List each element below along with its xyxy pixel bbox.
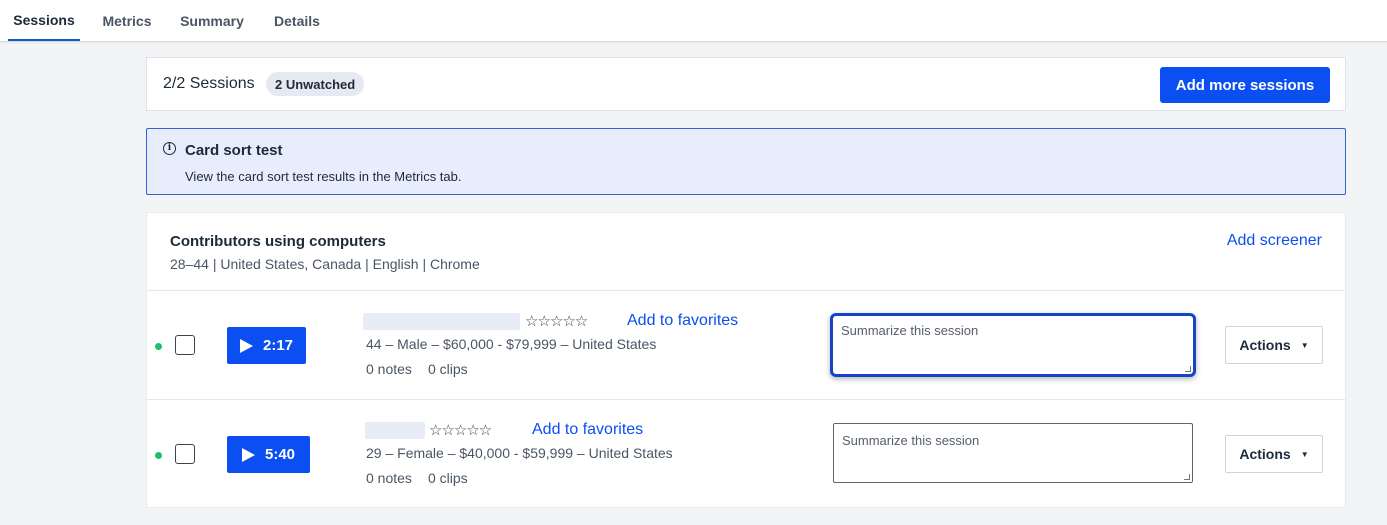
play-button[interactable]: 5:40: [227, 436, 310, 473]
status-dot: [155, 343, 162, 350]
session-checkbox[interactable]: [175, 444, 195, 464]
info-banner-title: Card sort test: [185, 142, 283, 159]
tab-metrics[interactable]: Metrics: [94, 0, 160, 41]
actions-label: Actions: [1239, 446, 1291, 462]
tab-summary[interactable]: Summary: [172, 0, 252, 41]
tab-bar: Sessions Metrics Summary Details: [0, 0, 1387, 42]
resize-grip-icon[interactable]: [1184, 474, 1190, 480]
clips-count[interactable]: 0 clips: [428, 361, 468, 377]
summary-textarea[interactable]: Summarize this session: [830, 313, 1196, 377]
session-row: 5:40 ☆☆☆☆☆ Add to favorites 29 – Female …: [147, 400, 1345, 508]
tab-details[interactable]: Details: [266, 0, 328, 41]
contributor-name-redacted: [365, 422, 425, 439]
session-count: 2/2 Sessions: [163, 75, 255, 92]
play-button[interactable]: 2:17: [227, 327, 306, 364]
rating-stars[interactable]: ☆☆☆☆☆: [525, 312, 588, 330]
group-subtitle: 28–44 | United States, Canada | English …: [170, 256, 480, 272]
summary-textarea[interactable]: Summarize this session: [833, 423, 1193, 483]
play-icon: [239, 338, 253, 353]
session-row: 2:17 ☆☆☆☆☆ Add to favorites 44 – Male – …: [147, 291, 1345, 399]
actions-dropdown-button[interactable]: Actions ▼: [1225, 435, 1323, 473]
session-duration: 5:40: [264, 446, 296, 463]
sessions-header: 2/2 Sessions 2 Unwatched Add more sessio…: [146, 57, 1346, 111]
summary-placeholder: Summarize this session: [842, 433, 980, 448]
info-banner-text: View the card sort test results in the M…: [185, 169, 462, 184]
info-icon: i: [163, 142, 176, 155]
resize-grip-icon[interactable]: [1185, 366, 1191, 372]
session-checkbox[interactable]: [175, 335, 195, 355]
add-to-favorites-link[interactable]: Add to favorites: [532, 421, 643, 439]
play-icon: [241, 447, 255, 462]
summary-placeholder: Summarize this session: [841, 323, 979, 338]
status-dot: [155, 452, 162, 459]
notes-count[interactable]: 0 notes: [366, 470, 412, 486]
rating-stars[interactable]: ☆☆☆☆☆: [429, 421, 492, 439]
session-demographics: 44 – Male – $60,000 - $79,999 – United S…: [366, 336, 657, 352]
group-title: Contributors using computers: [170, 233, 386, 250]
clips-count[interactable]: 0 clips: [428, 470, 468, 486]
session-demographics: 29 – Female – $40,000 - $59,999 – United…: [366, 445, 673, 461]
caret-down-icon: ▼: [1300, 340, 1309, 350]
contributor-name-redacted: [363, 313, 520, 330]
add-screener-link[interactable]: Add screener: [1227, 232, 1322, 250]
tab-sessions[interactable]: Sessions: [8, 0, 80, 41]
actions-label: Actions: [1239, 337, 1291, 353]
contributor-group-card: Contributors using computers 28–44 | Uni…: [146, 212, 1346, 508]
unwatched-badge: 2 Unwatched: [266, 72, 365, 96]
add-to-favorites-link[interactable]: Add to favorites: [627, 312, 738, 330]
notes-count[interactable]: 0 notes: [366, 361, 412, 377]
info-banner: i Card sort test View the card sort test…: [146, 128, 1346, 195]
actions-dropdown-button[interactable]: Actions ▼: [1225, 326, 1323, 364]
add-more-sessions-button[interactable]: Add more sessions: [1160, 67, 1330, 103]
session-duration: 2:17: [262, 337, 294, 354]
caret-down-icon: ▼: [1300, 449, 1309, 459]
